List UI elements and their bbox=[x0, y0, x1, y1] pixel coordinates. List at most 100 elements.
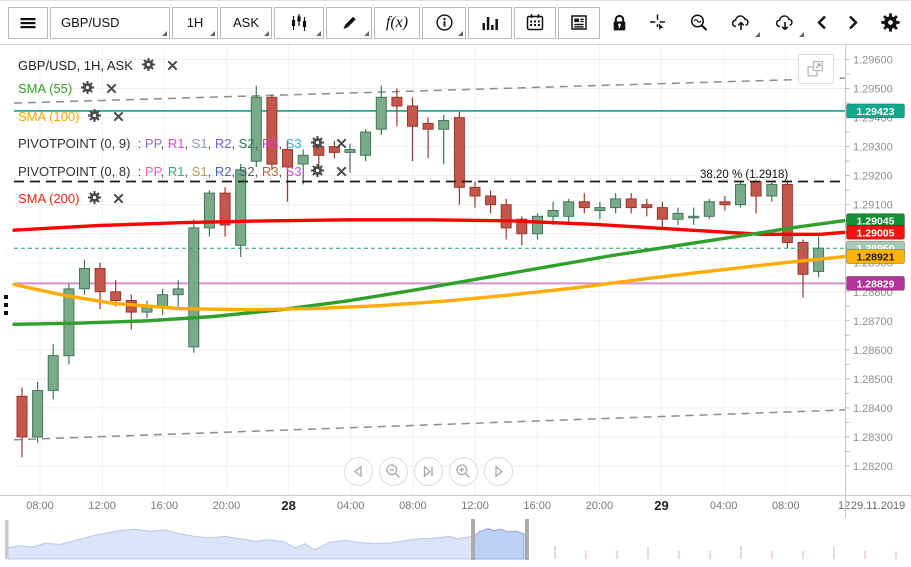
candle bbox=[578, 193, 590, 214]
navigator-handle-left[interactable] bbox=[471, 519, 475, 560]
time-axis-label: 20:00 bbox=[212, 500, 241, 512]
time-axis[interactable]: 12 29.11.2019 08:00 12:00 16:00 20:00 28 04:0… bbox=[0, 495, 911, 518]
scroll-left-button[interactable] bbox=[808, 7, 836, 39]
upper-channel-line[interactable] bbox=[13, 77, 846, 104]
draw-tools-button[interactable] bbox=[326, 6, 372, 39]
indicator-remove-icon[interactable] bbox=[112, 110, 125, 126]
time-axis-label: 08:00 bbox=[26, 500, 54, 512]
settings-button[interactable] bbox=[870, 7, 910, 39]
candle bbox=[157, 288, 169, 315]
candle bbox=[563, 198, 575, 223]
history-navigator[interactable] bbox=[0, 518, 911, 561]
indicator-label: PIVOTPOINT (0, 9) bbox=[18, 136, 131, 151]
candle bbox=[141, 300, 153, 318]
candle bbox=[781, 178, 793, 249]
navigator-handle-right[interactable] bbox=[525, 519, 529, 560]
time-axis-label: 16:00 bbox=[523, 500, 551, 512]
step-back-icon bbox=[349, 462, 368, 481]
crosshair-icon bbox=[648, 13, 668, 32]
time-axis-label: 20:00 bbox=[585, 500, 614, 512]
indicator-settings-gear-icon[interactable] bbox=[141, 57, 156, 75]
candle bbox=[422, 117, 434, 159]
indicators-button[interactable]: f(x) bbox=[374, 6, 420, 39]
legend-row-pivotpoint-0-9: PIVOTPOINT (0, 9) : PP, R1, S1, R2, S2, … bbox=[18, 135, 348, 153]
time-axis-label: 16:00 bbox=[150, 500, 179, 512]
pivot-level-r2: R2 bbox=[214, 136, 232, 151]
candle bbox=[735, 181, 746, 208]
sma-200-line[interactable] bbox=[12, 218, 847, 237]
step-back-button[interactable] bbox=[344, 457, 373, 486]
info-icon bbox=[435, 13, 454, 32]
price-axis-label: 1.29100 bbox=[853, 200, 893, 212]
svg-text:1.29005: 1.29005 bbox=[857, 227, 895, 239]
zoom-in-button[interactable] bbox=[449, 457, 478, 486]
jump-to-end-icon bbox=[419, 462, 438, 481]
main-menu-button[interactable] bbox=[8, 6, 48, 39]
chart-edge-drag-handle[interactable] bbox=[4, 295, 8, 319]
volume-button[interactable] bbox=[468, 6, 512, 39]
zoom-out-button[interactable] bbox=[379, 457, 408, 486]
price-axis-label: 1.29600 bbox=[853, 55, 893, 67]
navigator-left-edge[interactable] bbox=[5, 520, 9, 559]
zoom-tool-button[interactable] bbox=[680, 7, 718, 39]
time-axis-label: 12:00 bbox=[88, 500, 116, 512]
candle bbox=[453, 111, 465, 205]
price-axis-label: 1.28300 bbox=[853, 432, 893, 444]
popout-icon bbox=[807, 61, 823, 77]
crosshair-tool-button[interactable] bbox=[638, 7, 678, 39]
legend-row-sma-200: SMA (200) bbox=[18, 190, 125, 208]
time-axis-day-label: 29 bbox=[654, 498, 669, 513]
sma-55-line[interactable] bbox=[12, 218, 847, 326]
step-forward-button[interactable] bbox=[484, 457, 513, 486]
news-button[interactable] bbox=[558, 6, 600, 39]
economic-calendar-button[interactable] bbox=[514, 6, 556, 39]
lock-scroll-button[interactable] bbox=[602, 7, 636, 39]
candle bbox=[688, 207, 700, 225]
pivot-s-badge: 1.28829 bbox=[846, 275, 905, 291]
indicator-remove-icon[interactable] bbox=[105, 82, 118, 98]
lower-channel-line[interactable] bbox=[13, 409, 846, 441]
sma200-badge: 1.29005 bbox=[846, 224, 905, 240]
price-axis-label: 1.28600 bbox=[853, 345, 893, 357]
price-chart[interactable]: 38.20 % (1.2918)1.296001.295001.294001.2… bbox=[0, 45, 911, 495]
candle bbox=[79, 259, 90, 295]
candle bbox=[625, 193, 637, 214]
chart-type-select-button[interactable] bbox=[274, 6, 324, 39]
candle bbox=[172, 280, 184, 310]
pivot-level-pp: PP bbox=[144, 136, 161, 151]
indicator-settings-gear-icon[interactable] bbox=[80, 80, 95, 98]
indicator-remove-icon[interactable] bbox=[335, 137, 348, 153]
dropdown-corner-icon bbox=[364, 30, 369, 36]
load-template-button[interactable] bbox=[764, 7, 806, 39]
pivot-level-s2: S2 bbox=[238, 164, 255, 179]
indicator-settings-gear-icon[interactable] bbox=[310, 163, 325, 181]
info-button[interactable] bbox=[422, 6, 466, 39]
pivot-level-s1: S1 bbox=[191, 136, 208, 151]
button-label: f(x) bbox=[385, 13, 409, 31]
indicator-settings-gear-icon[interactable] bbox=[87, 190, 102, 208]
gear-icon bbox=[880, 12, 901, 33]
symbol-label: GBP/USD, 1H, ASK bbox=[18, 58, 133, 73]
price-axis-label: 1.28500 bbox=[853, 374, 893, 386]
lock-icon bbox=[610, 13, 629, 32]
navigator-area[interactable] bbox=[7, 528, 525, 560]
indicator-remove-icon[interactable] bbox=[112, 192, 125, 208]
chevron-right-icon bbox=[845, 13, 861, 32]
indicator-label: SMA (55) bbox=[18, 81, 73, 96]
jump-to-end-button[interactable] bbox=[414, 457, 443, 486]
indicator-settings-gear-icon[interactable] bbox=[87, 108, 102, 126]
timeframe-select-button[interactable]: 1H bbox=[172, 6, 218, 39]
save-template-button[interactable] bbox=[720, 7, 762, 39]
indicator-settings-gear-icon[interactable] bbox=[310, 135, 325, 153]
time-axis-label: 08:00 bbox=[772, 500, 800, 512]
price-type-select-button[interactable]: ASK bbox=[220, 6, 272, 39]
svg-text:1.28829: 1.28829 bbox=[857, 278, 895, 290]
zoom-wave-icon bbox=[689, 13, 709, 32]
indicator-remove-icon[interactable] bbox=[166, 59, 179, 75]
scroll-right-button[interactable] bbox=[838, 7, 868, 39]
detach-chart-button[interactable] bbox=[798, 54, 834, 84]
zoom-out-icon bbox=[384, 462, 403, 481]
time-axis-label: 04:00 bbox=[709, 500, 738, 512]
symbol-select-button[interactable]: GBP/USD bbox=[50, 6, 170, 39]
indicator-remove-icon[interactable] bbox=[335, 165, 348, 181]
